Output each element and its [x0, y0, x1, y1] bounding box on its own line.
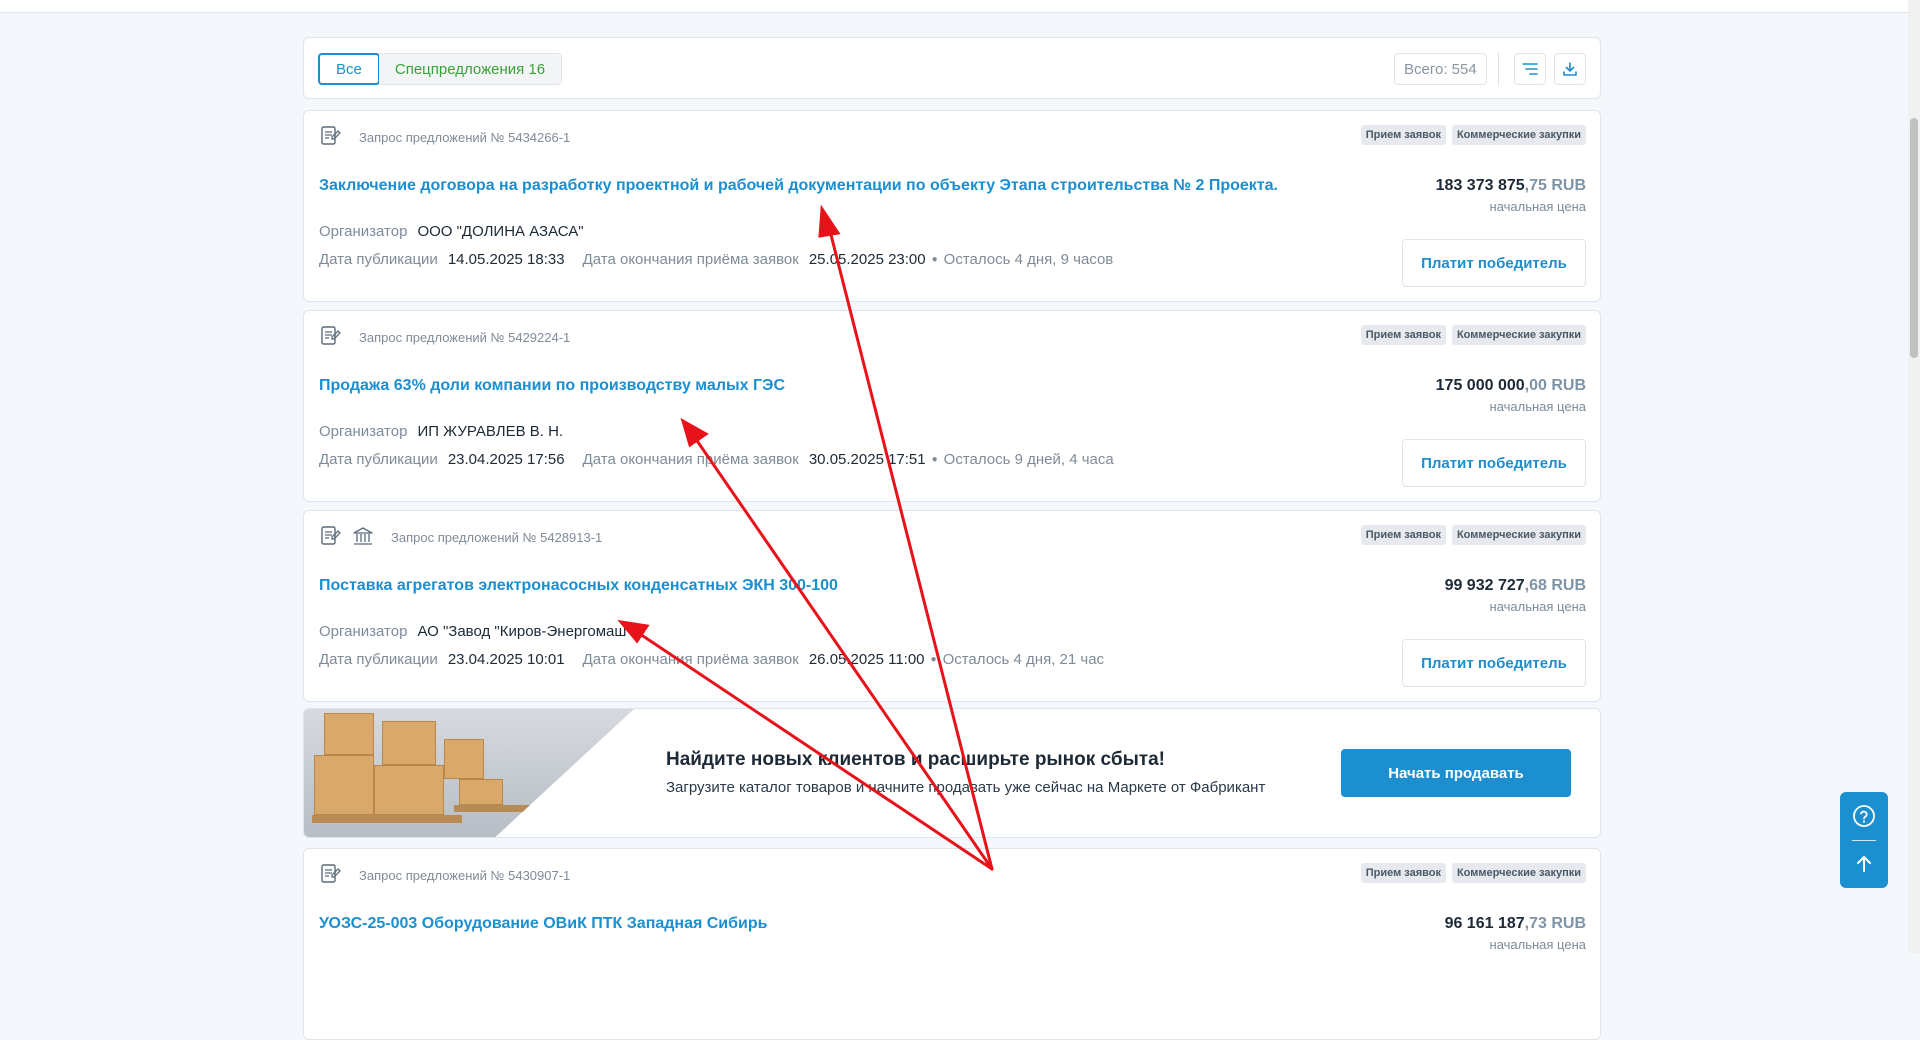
help-button[interactable] [1840, 792, 1888, 840]
deadline-value: 30.05.2025 17:51 [808, 451, 926, 468]
type-badge: Коммерческие закупки [1451, 863, 1586, 883]
organizer-row: Организатор ООО "ДОЛИНА АЗАСА" [319, 223, 584, 240]
organizer-label: Организатор [319, 623, 408, 640]
remaining-time: Осталось 4 дня, 21 час [942, 651, 1105, 668]
question-circle-icon [1853, 805, 1875, 827]
request-number: Запрос предложений № 5429224-1 [359, 330, 571, 345]
filter-tabs: Все Спецпредложения 16 [318, 53, 563, 85]
total-count: Всего: 554 [1394, 53, 1487, 85]
price: 99 932 727,68 RUB [1445, 577, 1586, 595]
vertical-scrollbar[interactable] [1908, 0, 1920, 953]
deadline-value: 26.05.2025 11:00 [808, 651, 925, 668]
price-main: 175 000 000 [1435, 377, 1525, 394]
request-number: Запрос предложений № 5430907-1 [359, 868, 571, 883]
tender-card: Запрос предложений № 5434266-1 Прием зая… [303, 110, 1601, 302]
tab-all[interactable]: Все [318, 53, 380, 85]
dates-row: Дата публикации 14.05.2025 18:33 Дата око… [319, 251, 1113, 268]
status-badge: Прием заявок [1360, 125, 1446, 145]
pay-winner-button[interactable]: Платит победитель [1402, 639, 1586, 687]
start-selling-button[interactable]: Начать продавать [1341, 749, 1571, 797]
type-badge: Коммерческие закупки [1451, 125, 1586, 145]
scrollbar-thumb[interactable] [1910, 118, 1918, 358]
remaining-time: Осталось 9 дней, 4 часа [943, 451, 1114, 468]
document-pen-icon [321, 864, 341, 883]
dates-row: Дата публикации 23.04.2025 17:56 Дата око… [319, 451, 1114, 468]
filter-button[interactable] [1514, 53, 1546, 85]
price: 175 000 000,00 RUB [1436, 377, 1586, 395]
price-note: начальная цена [1489, 937, 1586, 952]
remaining-time: Осталось 4 дня, 9 часов [943, 251, 1114, 268]
status-badge: Прием заявок [1360, 863, 1446, 883]
organizer-row: Организатор ИП ЖУРАВЛЕВ В. Н. [319, 423, 563, 440]
tender-title-link[interactable]: УОЗС-25-003 Оборудование ОВиК ПТК Западн… [319, 915, 767, 933]
filter-lines-icon [1522, 63, 1538, 75]
separator-dot: ● [931, 254, 938, 265]
bank-building-icon [353, 527, 373, 545]
type-badge: Коммерческие закупки [1451, 525, 1586, 545]
help-widget [1840, 792, 1888, 888]
arrow-up-icon [1857, 856, 1871, 872]
organizer-value: ИП ЖУРАВЛЕВ В. Н. [417, 423, 564, 440]
deadline-value: 25.05.2025 23:00 [808, 251, 926, 268]
download-button[interactable] [1554, 53, 1586, 85]
deadline-label: Дата окончания приёма заявок [582, 451, 799, 468]
pay-winner-button[interactable]: Платит победитель [1402, 239, 1586, 287]
pay-winner-button[interactable]: Платит победитель [1402, 439, 1586, 487]
tab-special-offers[interactable]: Спецпредложения 16 [378, 54, 562, 84]
document-pen-icon [321, 126, 341, 145]
tender-title-link[interactable]: Заключение договора на разработку проект… [319, 177, 1278, 195]
price-main: 96 161 187 [1444, 915, 1525, 932]
download-icon [1563, 62, 1577, 76]
promo-banner: Найдите новых клиентов и расширьте рынок… [303, 708, 1601, 838]
scroll-top-button[interactable] [1840, 840, 1888, 888]
document-pen-icon [321, 326, 341, 345]
type-badge: Коммерческие закупки [1451, 325, 1586, 345]
promo-title: Найдите новых клиентов и расширьте рынок… [666, 749, 1166, 770]
warehouse-boxes-image [304, 709, 634, 837]
organizer-value: ООО "ДОЛИНА АЗАСА" [417, 223, 584, 240]
tender-title-link[interactable]: Продажа 63% доли компании по производств… [319, 377, 785, 395]
price: 96 161 187,73 RUB [1445, 915, 1586, 933]
price-main: 99 932 727 [1444, 577, 1525, 594]
organizer-value: АО "Завод "Киров-Энергомаш" [417, 623, 632, 640]
price-cents: ,73 RUB [1524, 915, 1586, 932]
price-cents: ,75 RUB [1524, 177, 1586, 194]
dates-row: Дата публикации 23.04.2025 10:01 Дата око… [319, 651, 1104, 668]
deadline-label: Дата окончания приёма заявок [582, 651, 799, 668]
separator-dot: ● [930, 654, 937, 665]
document-pen-icon [321, 526, 341, 545]
tender-card: Запрос предложений № 5430907-1 Прием зая… [303, 848, 1601, 1040]
price: 183 373 875,75 RUB [1436, 177, 1586, 195]
promo-subtitle: Загрузите каталог товаров и начните прод… [666, 779, 1266, 796]
toolbar-divider [1498, 52, 1499, 86]
price-cents: ,68 RUB [1524, 577, 1586, 594]
deadline-label: Дата окончания приёма заявок [582, 251, 799, 268]
tender-card: Запрос предложений № 5428913-1 Прием зая… [303, 510, 1601, 702]
price-note: начальная цена [1489, 199, 1586, 214]
published-label: Дата публикации [319, 651, 438, 668]
published-label: Дата публикации [319, 251, 438, 268]
organizer-row: Организатор АО "Завод "Киров-Энергомаш" [319, 623, 632, 640]
tender-title-link[interactable]: Поставка агрегатов электронасосных конде… [319, 577, 838, 595]
tender-card: Запрос предложений № 5429224-1 Прием зая… [303, 310, 1601, 502]
price-main: 183 373 875 [1435, 177, 1525, 194]
organizer-label: Организатор [319, 223, 408, 240]
published-value: 23.04.2025 17:56 [447, 451, 565, 468]
top-header-edge [0, 0, 1920, 13]
published-value: 14.05.2025 18:33 [447, 251, 565, 268]
price-note: начальная цена [1489, 399, 1586, 414]
price-cents: ,00 RUB [1524, 377, 1586, 394]
request-number: Запрос предложений № 5428913-1 [391, 530, 603, 545]
status-badge: Прием заявок [1360, 325, 1446, 345]
request-number: Запрос предложений № 5434266-1 [359, 130, 571, 145]
separator-dot: ● [931, 454, 938, 465]
published-label: Дата публикации [319, 451, 438, 468]
status-badge: Прием заявок [1360, 525, 1446, 545]
price-note: начальная цена [1489, 599, 1586, 614]
results-toolbar: Все Спецпредложения 16 Всего: 554 [303, 37, 1601, 99]
organizer-label: Организатор [319, 423, 408, 440]
published-value: 23.04.2025 10:01 [447, 651, 565, 668]
